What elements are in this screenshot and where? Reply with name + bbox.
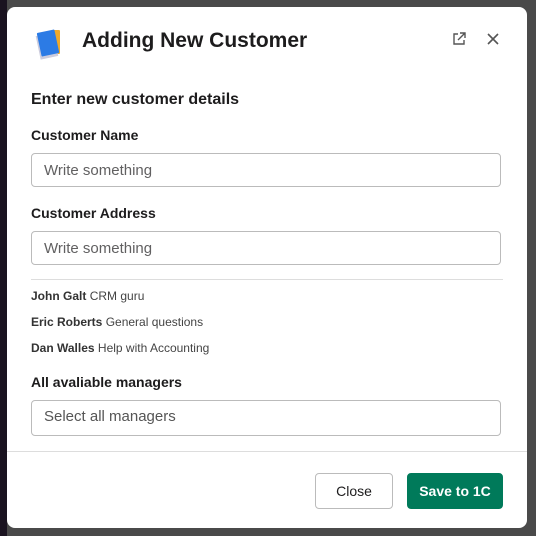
customer-address-input[interactable]	[31, 231, 501, 265]
customer-name-input[interactable]	[31, 153, 501, 187]
manager-name: Eric Roberts	[31, 315, 103, 329]
external-link-icon[interactable]	[449, 31, 469, 51]
divider	[31, 279, 503, 280]
notebook-icon	[35, 29, 60, 60]
managers-label: All avaliable managers	[31, 374, 182, 390]
close-button[interactable]: Close	[315, 473, 393, 509]
manager-name: John Galt	[31, 289, 87, 303]
customer-name-label: Customer Name	[31, 127, 139, 143]
modal-header: Adding New Customer	[7, 7, 527, 77]
modal-title: Adding New Customer	[82, 29, 308, 52]
manager-role: Help with Accounting	[97, 341, 210, 355]
close-icon[interactable]	[483, 31, 503, 51]
manager-role: General questions	[105, 315, 204, 329]
section-heading: Enter new customer details	[31, 91, 240, 108]
manager-role: CRM guru	[89, 289, 145, 303]
save-button[interactable]: Save to 1C	[407, 473, 503, 509]
add-customer-modal: Adding New Customer Enter new customer d…	[7, 7, 527, 528]
manager-item: John Galt CRM guru	[31, 289, 144, 303]
managers-select[interactable]: Select all managers	[31, 400, 501, 436]
manager-name: Dan Walles	[31, 341, 95, 355]
manager-item: Dan Walles Help with Accounting	[31, 341, 209, 355]
manager-item: Eric Roberts General questions	[31, 315, 203, 329]
customer-address-label: Customer Address	[31, 205, 156, 221]
backdrop	[0, 0, 7, 536]
footer-divider	[7, 451, 527, 452]
